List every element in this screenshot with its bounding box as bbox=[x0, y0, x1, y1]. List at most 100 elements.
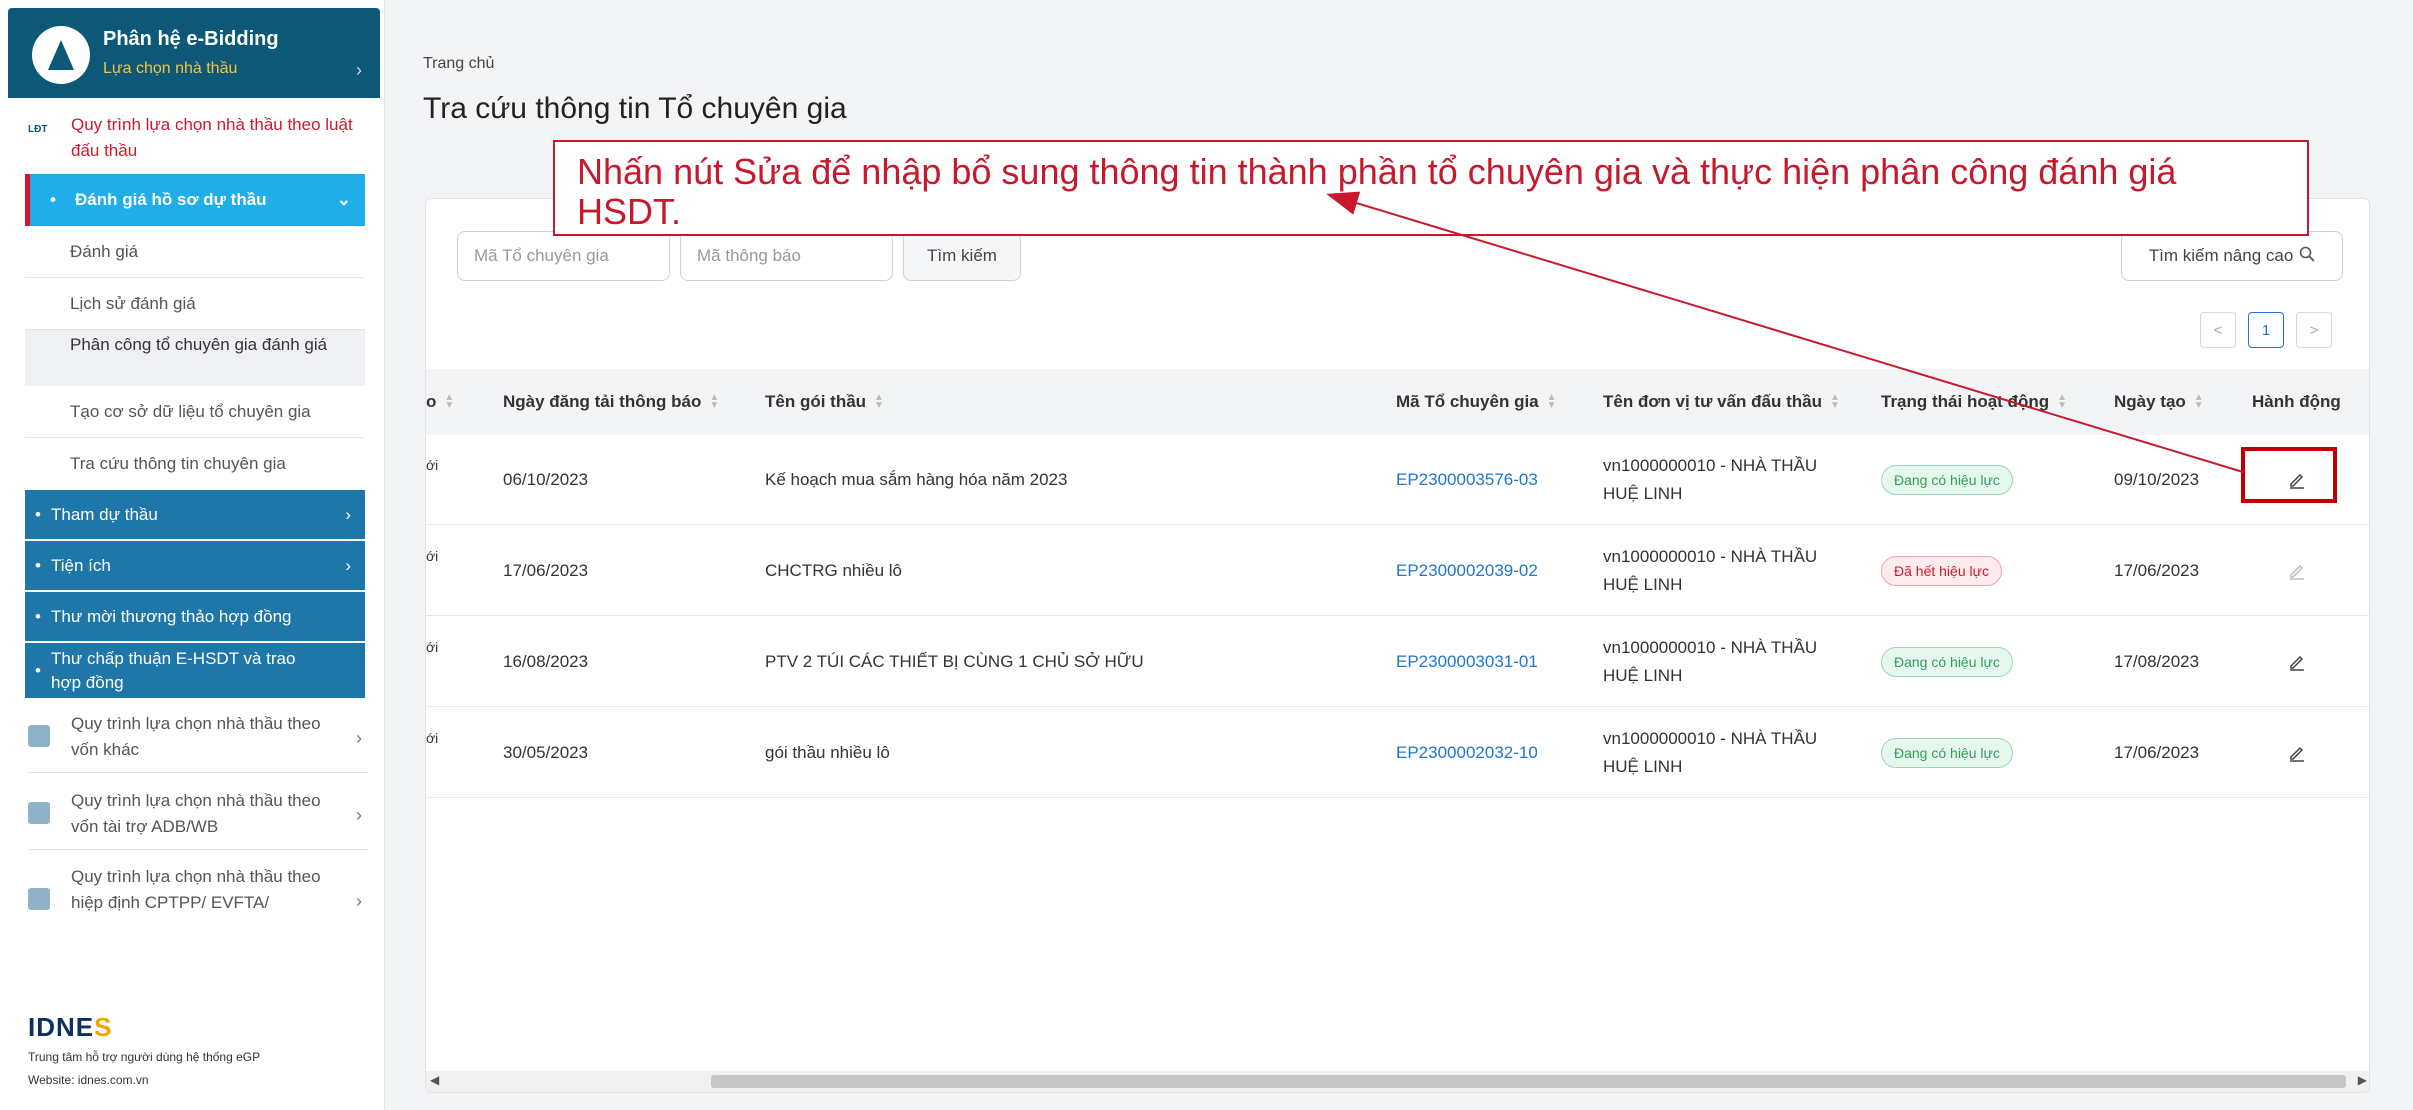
pagination-page-1[interactable]: 1 bbox=[2248, 312, 2284, 348]
edit-icon[interactable] bbox=[2282, 556, 2312, 586]
sidebar-item-history[interactable]: Lịch sử đánh giá bbox=[25, 278, 365, 330]
menu-utilities-label: Tiện ích bbox=[51, 555, 111, 575]
app-logo bbox=[32, 26, 90, 84]
column-partial[interactable]: o ▲ ▼ bbox=[426, 369, 454, 435]
column-date-posted[interactable]: Ngày đăng tải thông báo ▲ ▼ bbox=[503, 369, 719, 435]
sort-icon: ▲ ▼ bbox=[874, 392, 884, 411]
menu-other-capital-label: Quy trình lựa chọn nhà thầu theo vốn khá… bbox=[71, 714, 321, 759]
cell-date-posted: 30/05/2023 bbox=[503, 743, 589, 762]
column-actions: Hành động bbox=[2252, 392, 2341, 411]
menu-participate-label: Tham dự thầu bbox=[51, 504, 158, 524]
cell-date-posted: 17/06/2023 bbox=[503, 561, 589, 580]
scroll-right-icon[interactable]: ▶ bbox=[2358, 1073, 2367, 1087]
sort-icon: ▲ ▼ bbox=[444, 392, 455, 411]
sidebar-item-lookup-expert[interactable]: Tra cứu thông tin chuyên gia bbox=[25, 438, 365, 490]
cell-package: PTV 2 TÚI CÁC THIẾT BỊ CÙNG 1 CHỦ SỞ HỮU bbox=[765, 652, 1144, 671]
idnes-logo: IDNES bbox=[28, 1012, 113, 1042]
sidebar: Phân hệ e-Bidding Lựa chọn nhà thầu › LĐ… bbox=[0, 0, 385, 1110]
support-center-text: Trung tâm hỗ trợ người dùng hệ thống eGP bbox=[28, 1050, 261, 1064]
table-row: ới 06/10/2023 Kế hoạch mua sắm hàng hóa … bbox=[426, 435, 2369, 525]
menu-adb-wb-label: Quy trình lựa chọn nhà thầu theo vốn tài… bbox=[71, 791, 321, 836]
website-text: Website: idnes.com.vn bbox=[28, 1073, 149, 1087]
table-header: o ▲ ▼ Ngày đăng tải thông báo ▲ ▼ Tên gói th… bbox=[426, 369, 2369, 435]
cell-date-posted: 06/10/2023 bbox=[503, 470, 589, 489]
horizontal-scrollbar[interactable]: ◀ ▶ bbox=[426, 1071, 2369, 1092]
scroll-left-icon[interactable]: ◀ bbox=[430, 1073, 439, 1087]
cell-consultant: vn1000000010 - NHÀ THẦU HUỆ LINH bbox=[1603, 456, 1818, 503]
chevron-right-icon: › bbox=[356, 728, 362, 748]
chevron-right-icon: › bbox=[345, 555, 351, 575]
menu-utilities[interactable]: • Tiện ích › bbox=[25, 541, 365, 591]
sidebar-item-evaluate[interactable]: Đánh giá bbox=[25, 226, 365, 278]
document-icon bbox=[28, 888, 50, 910]
menu-evaluation[interactable]: • Đánh giá hồ sơ dự thầu ⌄ bbox=[25, 174, 365, 226]
menu-acceptance[interactable]: • Thư chấp thuận E-HSDT và trao hợp đồng bbox=[25, 643, 365, 698]
group-code-link[interactable]: EP2300003031-01 bbox=[1396, 617, 1538, 707]
module-subtitle: Lựa chọn nhà thầu bbox=[103, 60, 238, 77]
menu-cptpp[interactable]: Quy trình lựa chọn nhà thầu theo hiệp đị… bbox=[28, 862, 368, 916]
menu-cptpp-label: Quy trình lựa chọn nhà thầu theo hiệp đị… bbox=[71, 867, 321, 912]
advanced-search-button[interactable]: Tìm kiếm nâng cao bbox=[2121, 231, 2343, 281]
menu-bidding-law[interactable]: LĐT Quy trình lựa chọn nhà thầu theo luậ… bbox=[28, 112, 368, 172]
chevron-right-icon: › bbox=[345, 504, 351, 524]
table-row: ới 16/08/2023 PTV 2 TÚI CÁC THIẾT BỊ CÙN… bbox=[426, 617, 2369, 707]
status-badge: Đang có hiệu lực bbox=[1881, 465, 2013, 495]
sort-icon: ▲ ▼ bbox=[2193, 392, 2204, 411]
law-icon: LĐT bbox=[28, 124, 48, 135]
pagination-prev[interactable]: < bbox=[2200, 312, 2236, 348]
scroll-thumb[interactable] bbox=[711, 1075, 2346, 1088]
cell-consultant: vn1000000010 - NHÀ THẦU HUỆ LINH bbox=[1603, 547, 1818, 594]
notice-code-input[interactable]: Mã thông báo bbox=[680, 231, 893, 281]
status-badge: Đã hết hiệu lực bbox=[1881, 556, 2002, 586]
bullet-icon: • bbox=[50, 190, 56, 209]
group-code-link[interactable]: EP2300002039-02 bbox=[1396, 526, 1538, 616]
sidebar-item-assign-group[interactable]: Phân công tổ chuyên gia đánh giá bbox=[25, 330, 365, 386]
menu-adb-wb[interactable]: Quy trình lựa chọn nhà thầu theo vốn tài… bbox=[28, 784, 368, 850]
sidebar-item-label: Tạo cơ sở dữ liệu tổ chuyên gia bbox=[70, 401, 311, 421]
edit-icon[interactable] bbox=[2282, 647, 2312, 677]
group-code-input[interactable]: Mã Tổ chuyên gia bbox=[457, 231, 670, 281]
cell-consultant: vn1000000010 - NHÀ THẦU HUỆ LINH bbox=[1603, 638, 1818, 685]
sidebar-item-label: Đánh giá bbox=[70, 241, 139, 261]
group-code-link[interactable]: EP2300002032-10 bbox=[1396, 708, 1538, 798]
table-row: ới 17/06/2023 CHCTRG nhiều lô EP23000020… bbox=[426, 526, 2369, 616]
edit-icon[interactable] bbox=[2282, 738, 2312, 768]
pagination-next[interactable]: > bbox=[2296, 312, 2332, 348]
sidebar-item-create-db[interactable]: Tạo cơ sở dữ liệu tổ chuyên gia bbox=[25, 386, 365, 438]
instruction-callout: Nhấn nút Sửa để nhập bổ sung thông tin t… bbox=[553, 140, 2309, 236]
advanced-search-label: Tìm kiếm nâng cao bbox=[2148, 246, 2294, 265]
sort-icon: ▲ ▼ bbox=[709, 392, 720, 411]
column-status[interactable]: Trạng thái hoạt động ▲ ▼ bbox=[1881, 369, 2067, 435]
cell-partial: ới bbox=[426, 730, 439, 746]
chevron-down-icon: ⌄ bbox=[336, 190, 351, 209]
results-card: Mã Tổ chuyên gia Mã thông báo Tìm kiếm T… bbox=[425, 198, 2370, 1093]
bullet-icon: • bbox=[35, 606, 41, 626]
menu-negotiation-label: Thư mời thương thảo hợp đồng bbox=[51, 606, 292, 626]
page-title: Tra cứu thông tin Tổ chuyên gia bbox=[423, 92, 847, 125]
document-icon bbox=[28, 725, 50, 747]
search-button[interactable]: Tìm kiếm bbox=[903, 231, 1021, 281]
column-created[interactable]: Ngày tạo ▲ ▼ bbox=[2114, 369, 2204, 435]
document-icon bbox=[28, 802, 50, 824]
chevron-right-icon: › bbox=[356, 891, 362, 911]
cell-date-posted: 16/08/2023 bbox=[503, 652, 589, 671]
sidebar-item-label: Lịch sử đánh giá bbox=[70, 293, 196, 313]
group-code-link[interactable]: EP2300003576-03 bbox=[1396, 435, 1538, 525]
menu-acceptance-label: Thư chấp thuận E-HSDT và trao hợp đồng bbox=[51, 648, 296, 692]
sidebar-item-label: Tra cứu thông tin chuyên gia bbox=[70, 454, 286, 473]
cell-partial: ới bbox=[426, 639, 439, 655]
menu-participate[interactable]: • Tham dự thầu › bbox=[25, 490, 365, 540]
column-package[interactable]: Tên gói thầu ▲ ▼ bbox=[765, 369, 884, 435]
module-switcher[interactable]: Phân hệ e-Bidding Lựa chọn nhà thầu › bbox=[8, 8, 380, 98]
menu-negotiation[interactable]: • Thư mời thương thảo hợp đồng bbox=[25, 592, 365, 642]
cell-partial: ới bbox=[426, 457, 439, 473]
cell-package: CHCTRG nhiều lô bbox=[765, 561, 902, 580]
breadcrumb[interactable]: Trang chủ bbox=[423, 55, 494, 73]
module-title: Phân hệ e-Bidding bbox=[103, 28, 279, 50]
chevron-right-icon: › bbox=[356, 60, 362, 80]
cell-created: 17/06/2023 bbox=[2114, 743, 2200, 762]
column-consultant[interactable]: Tên đơn vị tư vấn đấu thầu ▲ ▼ bbox=[1603, 369, 1840, 435]
chevron-right-icon: › bbox=[356, 805, 362, 825]
menu-other-capital[interactable]: Quy trình lựa chọn nhà thầu theo vốn khá… bbox=[28, 707, 368, 773]
column-group-code[interactable]: Mã Tổ chuyên gia ▲ ▼ bbox=[1396, 369, 1557, 435]
